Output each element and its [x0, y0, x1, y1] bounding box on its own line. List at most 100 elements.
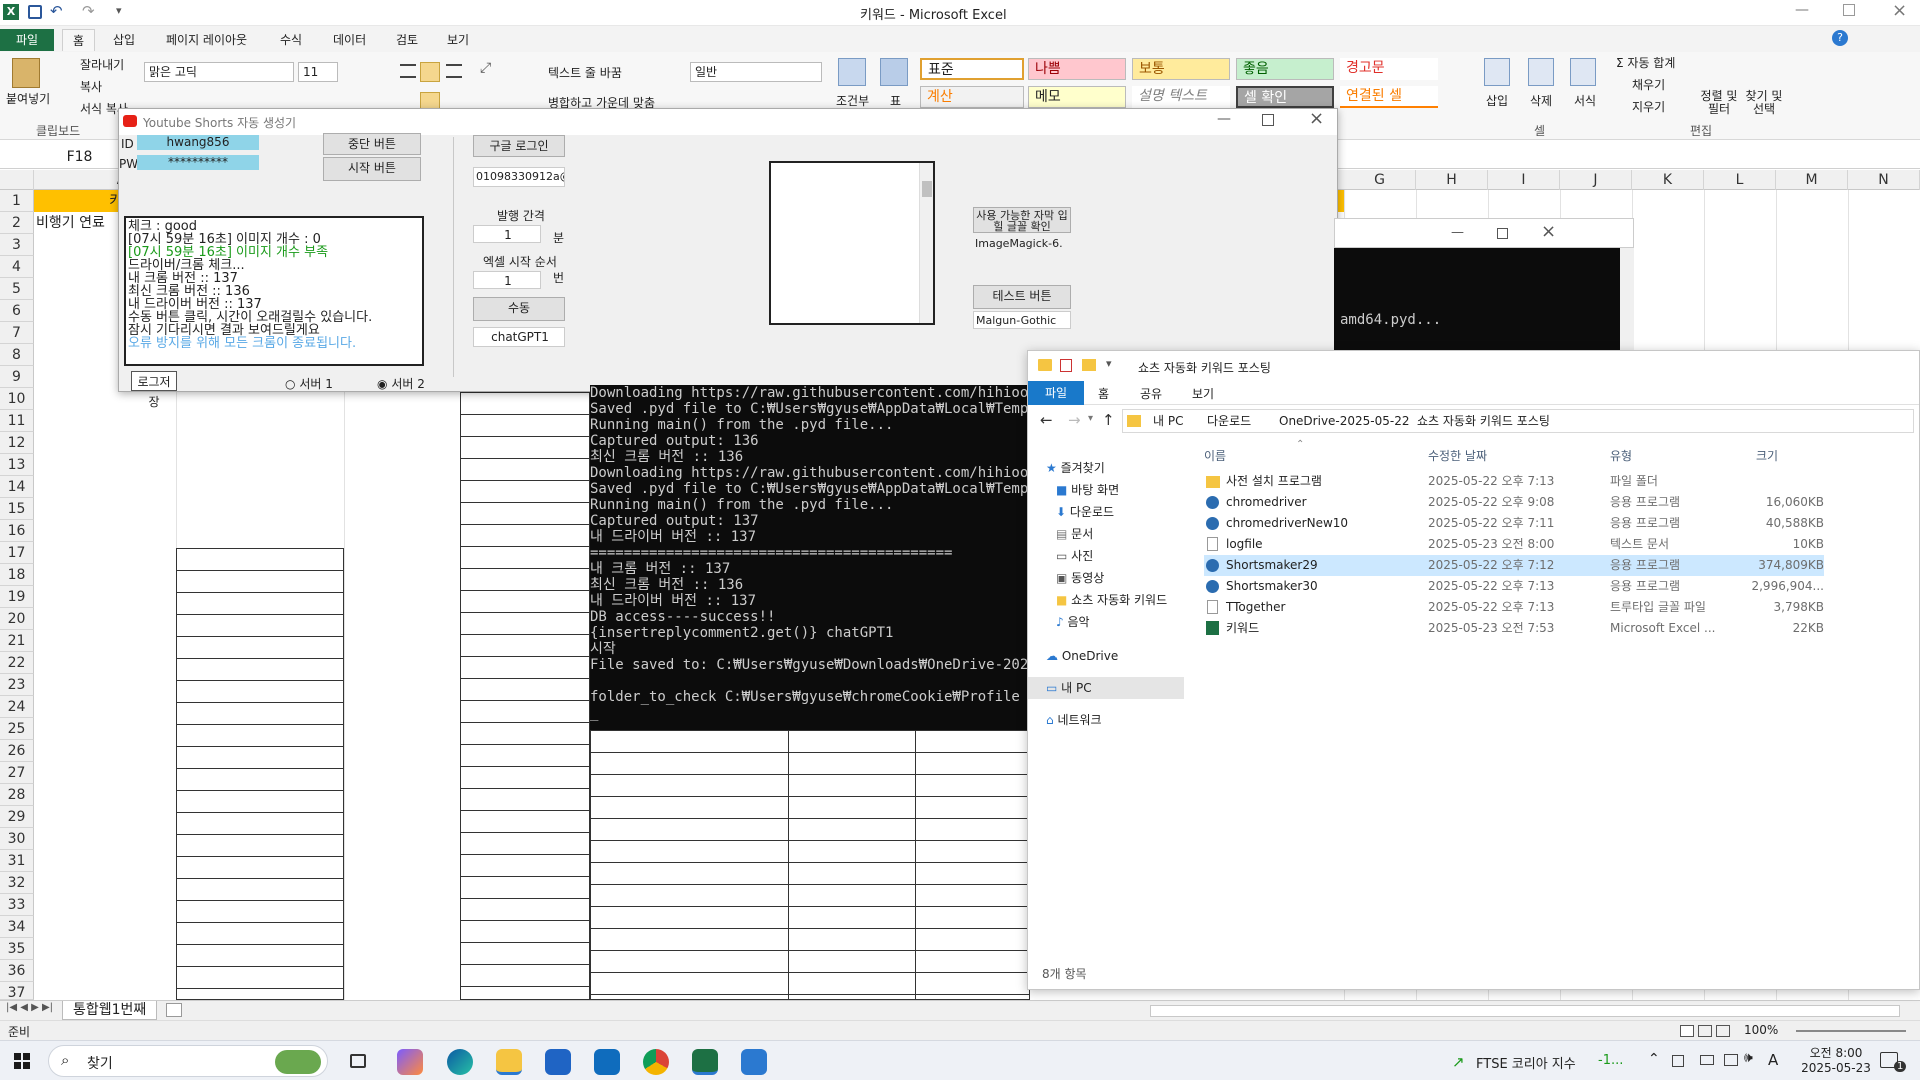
row-header[interactable]: 36	[0, 960, 34, 982]
maximize-icon[interactable]	[1497, 228, 1508, 239]
clock-date[interactable]: 2025-05-23	[1796, 1061, 1876, 1075]
close-icon[interactable]: ×	[1892, 0, 1907, 21]
battery-icon[interactable]	[1700, 1055, 1714, 1065]
row-header[interactable]: 17	[0, 542, 34, 564]
edge-icon[interactable]	[447, 1049, 473, 1075]
fill-button[interactable]: 채우기	[1632, 76, 1665, 93]
page-layout-view-icon[interactable]	[1698, 1025, 1712, 1037]
ime-indicator[interactable]: A	[1768, 1051, 1778, 1069]
column-header[interactable]: J	[1560, 170, 1632, 190]
orientation-icon[interactable]: ⤢	[480, 60, 491, 76]
format-cells-button[interactable]: 서식	[1574, 92, 1596, 109]
row-header[interactable]: 1	[0, 190, 34, 212]
horizontal-scrollbar[interactable]	[1150, 1005, 1900, 1017]
file-explorer-icon[interactable]	[496, 1049, 522, 1075]
maximize-icon[interactable]	[1262, 114, 1274, 126]
style-linked-cell[interactable]: 연결된 셀	[1340, 86, 1438, 108]
column-header[interactable]: H	[1416, 170, 1488, 190]
style-bad[interactable]: 나쁨	[1028, 58, 1126, 80]
bordered-cell-range[interactable]	[176, 548, 344, 1000]
bordered-cell-range[interactable]	[590, 730, 1030, 1000]
style-note[interactable]: 메모	[1028, 86, 1126, 108]
row-header[interactable]: 12	[0, 432, 34, 454]
column-header[interactable]: L	[1704, 170, 1776, 190]
tab-data[interactable]: 데이터	[323, 29, 376, 51]
row-header[interactable]: 9	[0, 366, 34, 388]
volume-icon[interactable]: 🕪	[1744, 1050, 1753, 1066]
clock-time[interactable]: 오전 8:00	[1806, 1044, 1866, 1061]
find-select-button[interactable]: 찾기 및 선택	[1744, 90, 1784, 116]
stop-button[interactable]: 중단 버튼	[323, 133, 421, 155]
clear-button[interactable]: 지우기	[1632, 98, 1665, 115]
file-row[interactable]: Shortsmaker29 2025-05-22 오후 7:12 응용 프로그램…	[1204, 555, 1824, 576]
tab-home[interactable]: 홈	[1098, 385, 1109, 402]
col-header-size[interactable]: 크기	[1756, 447, 1778, 464]
close-icon[interactable]: ×	[1541, 221, 1556, 242]
insert-cells-button[interactable]: 삽입	[1486, 92, 1508, 109]
start-button[interactable]	[14, 1053, 30, 1069]
formula-input[interactable]	[1340, 146, 1910, 168]
row-header[interactable]: 22	[0, 652, 34, 674]
column-header[interactable]: I	[1488, 170, 1560, 190]
tab-file[interactable]: 파일	[1028, 381, 1084, 405]
nav-onedrive[interactable]: ☁ OneDrive	[1046, 645, 1118, 667]
row-header[interactable]: 11	[0, 410, 34, 432]
column-header[interactable]: G	[1344, 170, 1416, 190]
bordered-cell-range[interactable]	[460, 392, 590, 1000]
delete-cells-button[interactable]: 삭제	[1530, 92, 1552, 109]
start-button[interactable]: 시작 버튼	[323, 157, 421, 181]
server1-radio[interactable]: ○ 서버 1	[285, 375, 333, 392]
file-row[interactable]: 키워드 2025-05-23 오전 7:53 Microsoft Excel .…	[1204, 618, 1824, 639]
wrap-text-button[interactable]: 텍스트 줄 바꿈	[548, 64, 622, 81]
excel-start-input[interactable]: 1	[473, 271, 541, 289]
select-all-corner[interactable]	[0, 170, 34, 190]
paste-button[interactable]: 붙여넣기	[6, 90, 50, 107]
row-header[interactable]: 26	[0, 740, 34, 762]
outlook-icon[interactable]	[594, 1049, 620, 1075]
sort-filter-button[interactable]: 정렬 및 필터	[1700, 90, 1738, 116]
id-input[interactable]: hwang856	[137, 135, 259, 150]
row-header[interactable]: 20	[0, 608, 34, 630]
chrome-icon[interactable]	[643, 1049, 669, 1075]
qat-dropdown-icon[interactable]: ▾	[1106, 357, 1112, 370]
new-folder-icon[interactable]	[1082, 359, 1096, 371]
pw-input[interactable]: **********	[137, 155, 259, 170]
breadcrumb-item[interactable]: OneDrive-2025-05-22	[1279, 410, 1410, 432]
format-as-table-icon[interactable]	[880, 58, 908, 86]
style-calculation[interactable]: 계산	[920, 86, 1024, 108]
row-header[interactable]: 4	[0, 256, 34, 278]
paste-icon[interactable]	[12, 58, 40, 88]
page-break-view-icon[interactable]	[1716, 1025, 1730, 1037]
row-header[interactable]: 18	[0, 564, 34, 586]
nav-quick-access[interactable]: ★ 즐겨찾기	[1046, 457, 1105, 479]
row-header[interactable]: 8	[0, 344, 34, 366]
network-tray-icon[interactable]	[1724, 1054, 1738, 1066]
tray-app-icon[interactable]	[1672, 1055, 1684, 1067]
save-icon[interactable]	[28, 5, 42, 19]
row-header[interactable]: 13	[0, 454, 34, 476]
row-header[interactable]: 15	[0, 498, 34, 520]
manual-button[interactable]: 수동	[473, 297, 565, 321]
test-button[interactable]: 테스트 버튼	[973, 285, 1071, 309]
tab-page-layout[interactable]: 페이지 레이아웃	[156, 29, 257, 51]
tab-view[interactable]: 보기	[437, 29, 479, 51]
excel-app-icon[interactable]: X	[3, 4, 19, 20]
tab-home[interactable]: 홈	[62, 29, 96, 51]
style-neutral[interactable]: 보통	[1132, 58, 1230, 80]
nav-videos[interactable]: ▣ 동영상	[1056, 567, 1104, 589]
row-header[interactable]: 30	[0, 828, 34, 850]
row-header[interactable]: 37	[0, 982, 34, 1001]
ticker-name[interactable]: FTSE 코리아 지수	[1476, 1053, 1576, 1072]
zoom-slider[interactable]	[1796, 1030, 1906, 1032]
close-icon[interactable]: ×	[1309, 108, 1324, 129]
nav-network[interactable]: ⌂ 네트워크	[1046, 709, 1102, 731]
scroll-thumb[interactable]	[922, 181, 932, 197]
up-icon[interactable]: ↑	[1102, 411, 1115, 429]
autosum-button[interactable]: Σ 자동 합계	[1616, 54, 1675, 71]
column-header[interactable]: N	[1848, 170, 1920, 190]
zoom-level[interactable]: 100%	[1744, 1023, 1778, 1037]
quick-access-menu-icon[interactable]: ▾	[116, 4, 122, 17]
delete-cells-icon[interactable]	[1528, 58, 1554, 86]
tab-view[interactable]: 보기	[1192, 385, 1214, 402]
store-icon[interactable]	[545, 1049, 571, 1075]
